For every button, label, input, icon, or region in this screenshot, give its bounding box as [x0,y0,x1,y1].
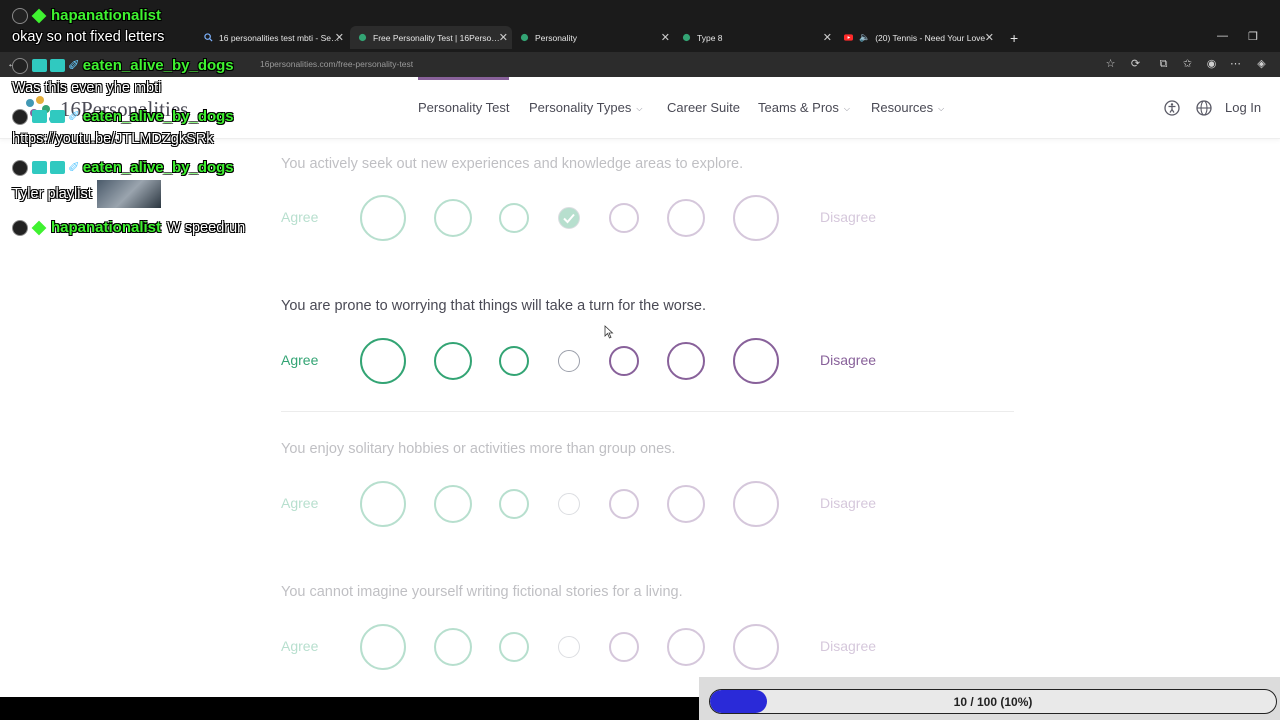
youtube-icon [844,34,853,41]
sub-badge-icon [32,59,47,72]
progress-label: 10 / 100 (10%) [953,695,1033,709]
tab-label: Type 8 [697,32,723,43]
progress-bar: 10 / 100 (10%) [709,689,1277,714]
chat-text: Was this even yhe mbti [12,80,162,96]
sub-badge-icon [50,110,65,123]
chat-username: eaten_alive_by_dogs [82,108,234,125]
gem-badge-icon [31,220,47,235]
16personalities-favicon-icon [520,33,529,42]
close-icon[interactable]: ✕ [335,31,344,44]
browser-tab-personality-test[interactable]: Free Personality Test | 16Personalities … [350,26,512,49]
emote-image [96,180,161,208]
chat-message: Tyler playlist [12,180,161,208]
chat-message: hapanationalist [12,7,161,24]
tab-label: Personality [535,32,578,43]
profile-icon[interactable]: ◉ [1205,58,1218,71]
new-tab-button[interactable]: + [1002,28,1024,47]
chat-message: https://youtu.be/JTLMDZgkSRk [12,131,213,147]
chat-username: hapanationalist [51,7,162,24]
answer-option-slightly-disagree[interactable] [609,632,639,662]
chat-message: ✐ eaten_alive_by_dogs [12,159,234,176]
answer-option-strongly-disagree[interactable] [733,624,779,670]
browser-tab-type8[interactable]: Type 8 ✕ [674,28,836,47]
more-icon[interactable]: ⋯ [1229,58,1242,71]
mouse-cursor-icon [604,325,614,339]
sword-badge-icon: ✐ [68,108,80,124]
stream-chat-overlay: hapanationalist okay so not fixed letter… [0,0,290,250]
16personalities-favicon-icon [682,33,691,42]
close-icon[interactable]: ✕ [985,31,994,44]
browser-tab-personality[interactable]: Personality ✕ [512,28,674,47]
maximize-icon[interactable]: ❐ [1248,30,1258,43]
chat-text: https://youtu.be/JTLMDZgkSRk [12,131,214,147]
sword-badge-icon: ✐ [68,159,80,175]
answer-option-slightly-agree[interactable] [499,632,529,662]
star-icon[interactable]: ☆ [1104,58,1117,71]
close-icon[interactable]: ✕ [661,31,670,44]
close-icon[interactable]: ✕ [499,31,508,44]
chat-message: ✐ eaten_alive_by_dogs [12,108,234,125]
browser-tab-youtube[interactable]: 🔈 (20) Tennis - Need Your Love ✕ [836,28,998,47]
answer-option-disagree[interactable] [667,628,705,666]
sub-badge-icon [32,161,47,174]
answer-option-agree[interactable] [434,628,472,666]
chat-message: ✐ eaten_alive_by_dogs [12,57,234,74]
extensions-icon[interactable]: ⟳ [1129,58,1142,71]
sub-badge-icon [32,110,47,123]
chat-message: hapanationalist W speedrun [12,219,245,236]
agree-label: Agree [281,638,319,654]
tab-label: (20) Tennis - Need Your Love [875,32,986,43]
user-badge-icon [12,108,28,125]
chat-username: hapanationalist [51,219,162,236]
close-icon[interactable]: ✕ [823,31,832,44]
chat-text: okay so not fixed letters [12,29,165,45]
chat-message: Was this even yhe mbti [12,80,161,96]
chat-text: W speedrun [167,219,246,236]
user-badge-icon [12,7,28,24]
answer-option-neutral[interactable] [558,636,580,658]
sub-badge-icon [50,59,65,72]
gem-badge-icon [31,8,47,23]
disagree-label: Disagree [820,638,877,654]
chat-username: eaten_alive_by_dogs [82,57,234,74]
split-screen-icon[interactable]: ⧉ [1157,58,1170,71]
user-badge-icon [12,159,28,176]
favorites-icon[interactable]: ✩ [1181,58,1194,71]
sub-badge-icon [50,161,65,174]
speaker-icon[interactable]: 🔈 [859,32,870,43]
16personalities-favicon-icon [358,33,367,42]
answer-option-strongly-agree[interactable] [360,624,406,670]
plus-icon: + [1010,29,1019,46]
tab-label: Free Personality Test | 16Personalities [373,32,504,43]
sword-badge-icon: ✐ [68,57,80,73]
chat-text: Tyler playlist [12,186,92,202]
copilot-icon[interactable]: ◈ [1255,58,1268,71]
chat-message: okay so not fixed letters [12,29,164,45]
minimize-icon[interactable]: — [1217,30,1228,42]
user-badge-icon [12,57,28,74]
user-badge-icon [12,219,28,236]
chat-username: eaten_alive_by_dogs [82,159,234,176]
